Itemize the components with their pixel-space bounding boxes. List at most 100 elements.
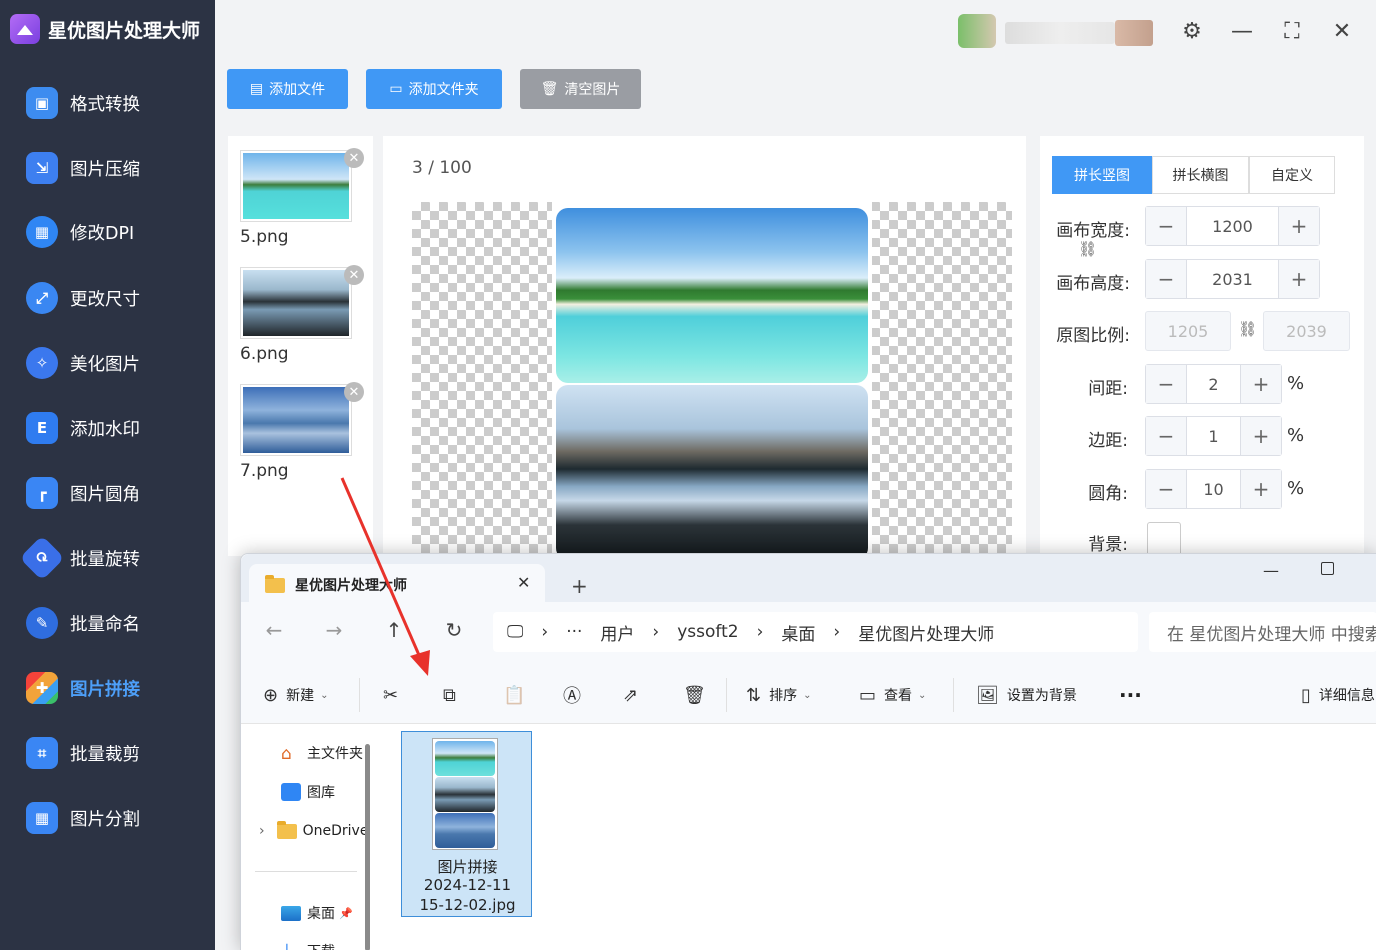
- sidebar-item-crop[interactable]: ⌗ 批量裁剪: [0, 723, 215, 783]
- link-icon[interactable]: ⛓: [1078, 240, 1097, 258]
- pin-icon[interactable]: 📌: [339, 907, 353, 920]
- app-title: 星优图片处理大师: [48, 19, 201, 42]
- breadcrumb-folder[interactable]: 星优图片处理大师: [858, 620, 994, 645]
- chevron-icon: ›: [833, 622, 841, 642]
- sidebar-item-dpi[interactable]: ▦ 修改DPI: [0, 202, 215, 262]
- canvas-width-stepper[interactable]: −1200 +: [1145, 206, 1320, 246]
- increment-icon[interactable]: +: [1241, 365, 1281, 403]
- sidebar-item-compress[interactable]: ⇲ 图片压缩: [0, 138, 215, 198]
- settings-sliders-icon[interactable]: ⚙: [1175, 14, 1209, 48]
- more-options-icon[interactable]: ···: [1119, 682, 1142, 708]
- delete-icon[interactable]: 🗑: [683, 682, 714, 708]
- spacing-stepper[interactable]: −2 +: [1145, 364, 1282, 404]
- transparent-canvas: [412, 202, 1012, 560]
- sidebar-item-rename[interactable]: ✎ 批量命名: [0, 593, 215, 653]
- avatar[interactable]: [958, 14, 996, 48]
- thumbnail-item[interactable]: 6.png ✕: [240, 265, 364, 364]
- canvas-height-value[interactable]: 2031: [1186, 260, 1279, 298]
- maximize-icon[interactable]: ⛶: [1275, 14, 1309, 48]
- search-input[interactable]: 在 星优图片处理大师 中搜索: [1149, 612, 1376, 652]
- up-icon[interactable]: ↑: [379, 618, 409, 642]
- sidebar-item-beautify[interactable]: ✧ 美化图片: [0, 333, 215, 393]
- file-name-line3: 15-12-02.jpg: [419, 896, 516, 914]
- sidebar-item-format-convert[interactable]: ▣ 格式转换: [0, 73, 215, 133]
- spacing-value[interactable]: 2: [1186, 365, 1241, 403]
- mode-custom-tab[interactable]: 自定义: [1249, 156, 1335, 194]
- canvas-width-value[interactable]: 1200: [1186, 207, 1279, 245]
- increment-icon[interactable]: +: [1241, 470, 1281, 508]
- mode-horizontal-tab[interactable]: 拼长横图: [1152, 156, 1249, 194]
- background-color-picker[interactable]: [1147, 522, 1181, 556]
- cut-icon[interactable]: ✂: [383, 682, 406, 708]
- margin-value[interactable]: 1: [1186, 417, 1241, 455]
- sort-button[interactable]: ⇅ 排序 ⌄: [746, 682, 811, 708]
- view-button[interactable]: ▭ 查看 ⌄: [859, 682, 926, 708]
- back-icon[interactable]: ←: [259, 618, 289, 642]
- margin-stepper[interactable]: −1 +: [1145, 416, 1282, 456]
- refresh-icon[interactable]: ↻: [439, 618, 469, 642]
- remove-thumbnail-icon[interactable]: ✕: [344, 382, 364, 402]
- nav-downloads[interactable]: ↓ 下载: [281, 941, 335, 950]
- breadcrumb[interactable]: 🖵 › ··· 用户 › yssoft2 › 桌面 › 星优图片处理大师: [493, 612, 1138, 652]
- increment-icon[interactable]: +: [1241, 417, 1281, 455]
- nav-desktop[interactable]: 桌面 📌: [281, 903, 353, 923]
- share-icon[interactable]: ⇗: [623, 682, 646, 708]
- paste-icon[interactable]: 📋: [503, 682, 533, 708]
- remove-thumbnail-icon[interactable]: ✕: [344, 148, 364, 168]
- file-item-selected[interactable]: 图片拼接 2024-12-11 15-12-02.jpg: [401, 731, 532, 917]
- address-bar-row: ← → ↑ ↻ 🖵 › ··· 用户 › yssoft2 › 桌面 › 星优图片处理大师…: [241, 602, 1376, 664]
- decrement-icon[interactable]: −: [1146, 470, 1186, 508]
- wallpaper-icon: 🖼: [976, 684, 999, 706]
- nav-desktop-label: 桌面: [307, 906, 335, 922]
- breadcrumb-users[interactable]: 用户: [600, 620, 634, 645]
- new-button[interactable]: ⊕ 新建 ⌄: [263, 682, 328, 708]
- this-pc-icon[interactable]: 🖵: [507, 622, 523, 642]
- details-pane-button[interactable]: ▯ 详细信息: [1301, 682, 1375, 708]
- mode-vertical-tab[interactable]: 拼长竖图: [1052, 156, 1152, 194]
- thumbnail-item[interactable]: 5.png ✕: [240, 148, 364, 247]
- thumbnail-item[interactable]: 7.png ✕: [240, 382, 364, 481]
- decrement-icon[interactable]: −: [1146, 365, 1186, 403]
- sidebar-item-stitch[interactable]: ✚ 图片拼接: [0, 658, 215, 718]
- sidebar-item-rotate[interactable]: ⟳ 批量旋转: [0, 528, 215, 588]
- sidebar-item-resize[interactable]: ⤢ 更改尺寸: [0, 268, 215, 328]
- remove-thumbnail-icon[interactable]: ✕: [344, 265, 364, 285]
- decrement-icon[interactable]: −: [1146, 260, 1186, 298]
- close-icon[interactable]: ✕: [1325, 14, 1359, 48]
- radius-stepper[interactable]: −10 +: [1145, 469, 1282, 509]
- nav-scrollbar[interactable]: [365, 744, 370, 950]
- new-tab-icon[interactable]: +: [571, 574, 588, 598]
- forward-icon[interactable]: →: [319, 618, 349, 642]
- radius-value[interactable]: 10: [1186, 470, 1241, 508]
- set-as-background-button[interactable]: 🖼 设置为背景: [976, 682, 1077, 708]
- decrement-icon[interactable]: −: [1146, 207, 1186, 245]
- background-label: 背景:: [1088, 535, 1128, 555]
- copy-icon[interactable]: ⧉: [443, 682, 464, 708]
- rename-icon[interactable]: Ⓐ: [563, 682, 589, 708]
- window-maximize-icon[interactable]: [1321, 562, 1334, 575]
- percent-unit: %: [1287, 373, 1305, 394]
- add-file-button[interactable]: ▤ 添加文件: [227, 69, 348, 109]
- expand-chevron-icon[interactable]: ›: [259, 823, 265, 839]
- increment-icon[interactable]: +: [1279, 260, 1319, 298]
- breadcrumb-user[interactable]: yssoft2: [677, 622, 738, 642]
- explorer-tab[interactable]: 星优图片处理大师 ✕: [249, 564, 545, 602]
- sidebar-item-round-corner[interactable]: ┏ 图片圆角: [0, 463, 215, 523]
- nav-home[interactable]: ⌂ 主文件夹: [281, 743, 363, 764]
- sidebar-item-split[interactable]: ▦ 图片分割: [0, 788, 215, 848]
- clear-images-button[interactable]: 🗑 清空图片: [520, 69, 641, 109]
- more-icon[interactable]: ···: [566, 622, 582, 642]
- window-minimize-icon[interactable]: —: [1263, 561, 1279, 580]
- nav-gallery[interactable]: 图库: [281, 782, 335, 802]
- canvas-height-stepper[interactable]: −2031 +: [1145, 259, 1320, 299]
- breadcrumb-desktop[interactable]: 桌面: [781, 620, 815, 645]
- decrement-icon[interactable]: −: [1146, 417, 1186, 455]
- file-icon: ▤: [249, 81, 264, 97]
- command-bar: ⊕ 新建 ⌄ ✂ ⧉ 📋 Ⓐ ⇗ 🗑 ⇅ 排序 ⌄ ▭ 查看 ⌄ 🖼 设置为背景 ··· ▯ 详…: [241, 664, 1376, 724]
- nav-onedrive[interactable]: › OneDrive: [259, 820, 368, 839]
- increment-icon[interactable]: +: [1279, 207, 1319, 245]
- sidebar-item-watermark[interactable]: E 添加水印: [0, 398, 215, 458]
- minimize-icon[interactable]: —: [1225, 14, 1259, 48]
- tab-close-icon[interactable]: ✕: [517, 573, 530, 592]
- add-folder-button[interactable]: ▭ 添加文件夹: [366, 69, 502, 109]
